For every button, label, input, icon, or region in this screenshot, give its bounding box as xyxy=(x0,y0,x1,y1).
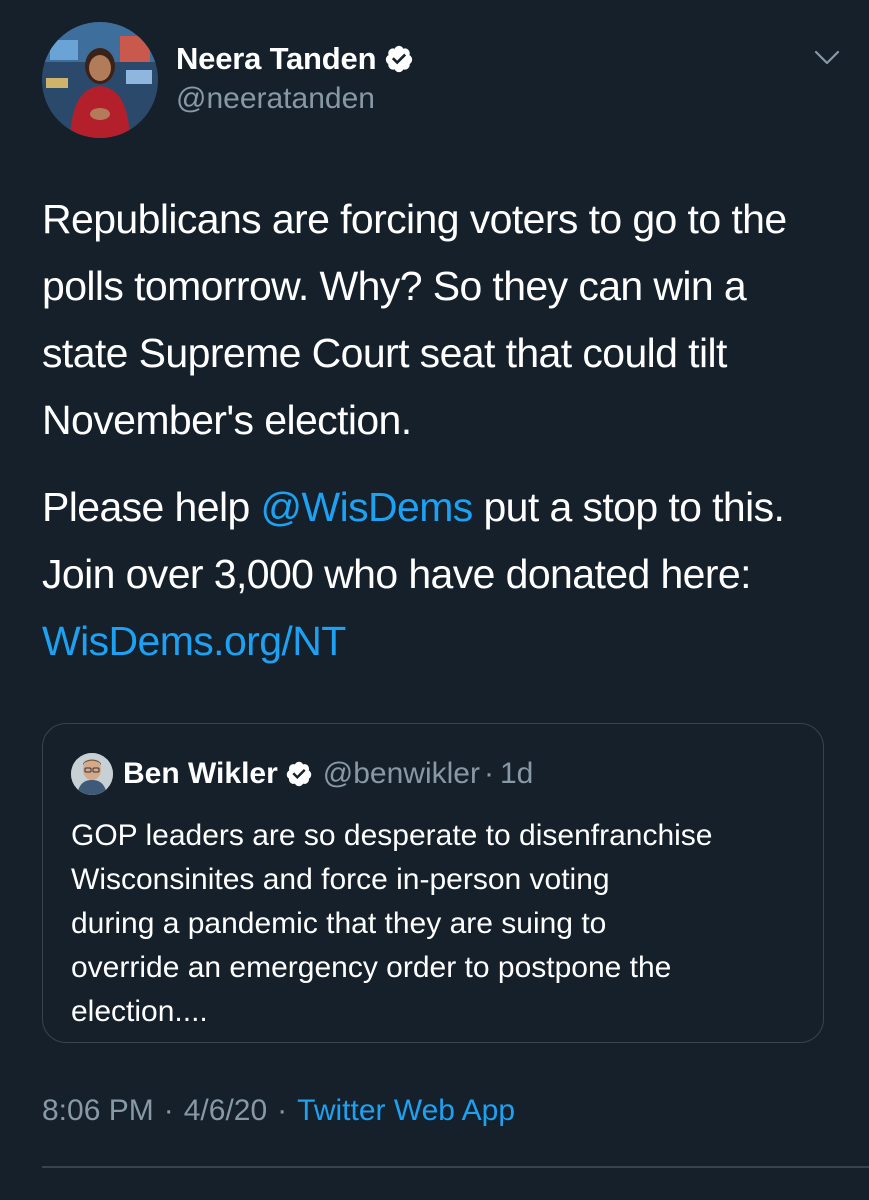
author-name-row: Neera Tanden xyxy=(176,38,414,80)
meta-separator: · xyxy=(277,1094,288,1127)
author-avatar[interactable] xyxy=(42,22,158,138)
tweet-metadata: 8:06 PM · 4/6/20 · Twitter Web App xyxy=(42,1094,515,1128)
verified-badge-icon xyxy=(386,45,413,73)
url-link[interactable]: WisDems.org/NT xyxy=(42,618,346,664)
quoted-author-handle: @benwikler xyxy=(322,757,480,790)
quoted-timestamp: 1d xyxy=(499,757,534,790)
chevron-down-icon[interactable] xyxy=(812,46,842,70)
verified-badge-icon xyxy=(286,761,312,787)
quoted-tweet-header: Ben Wikler @benwikler · 1d xyxy=(71,752,533,796)
quoted-avatar-photo xyxy=(71,753,113,795)
tweet-date[interactable]: 4/6/20 xyxy=(184,1094,267,1128)
quoted-tweet-text: GOP leaders are so desperate to disenfra… xyxy=(71,819,713,1028)
tweet-paragraph: Please help @WisDems put a stop to this.… xyxy=(42,474,832,675)
mention-link[interactable]: @WisDems xyxy=(260,484,473,530)
tweet-source-link[interactable]: Twitter Web App xyxy=(297,1094,515,1128)
author-info: Neera Tanden @neeratanden xyxy=(176,38,414,116)
tweet-text-segment: Please help xyxy=(42,484,261,530)
avatar-photo xyxy=(42,22,158,138)
meta-separator: · xyxy=(163,1094,174,1127)
tweet-detail: Neera Tanden @neeratanden Republicans ar… xyxy=(0,0,869,1200)
quoted-separator: · xyxy=(483,757,494,790)
quoted-author-name: Ben Wikler xyxy=(123,757,278,790)
tweet-body: Republicans are forcing voters to go to … xyxy=(42,186,832,675)
quoted-author-avatar xyxy=(71,753,113,795)
author-handle[interactable]: @neeratanden xyxy=(176,82,414,116)
author-display-name[interactable]: Neera Tanden xyxy=(176,41,377,77)
quoted-tweet[interactable]: Ben Wikler @benwikler · 1d GOP leaders a… xyxy=(42,723,824,1043)
tweet-time[interactable]: 8:06 PM xyxy=(42,1094,154,1128)
tweet-paragraph: Republicans are forcing voters to go to … xyxy=(42,196,787,443)
divider xyxy=(42,1166,869,1168)
tweet-header: Neera Tanden @neeratanden xyxy=(42,22,842,138)
